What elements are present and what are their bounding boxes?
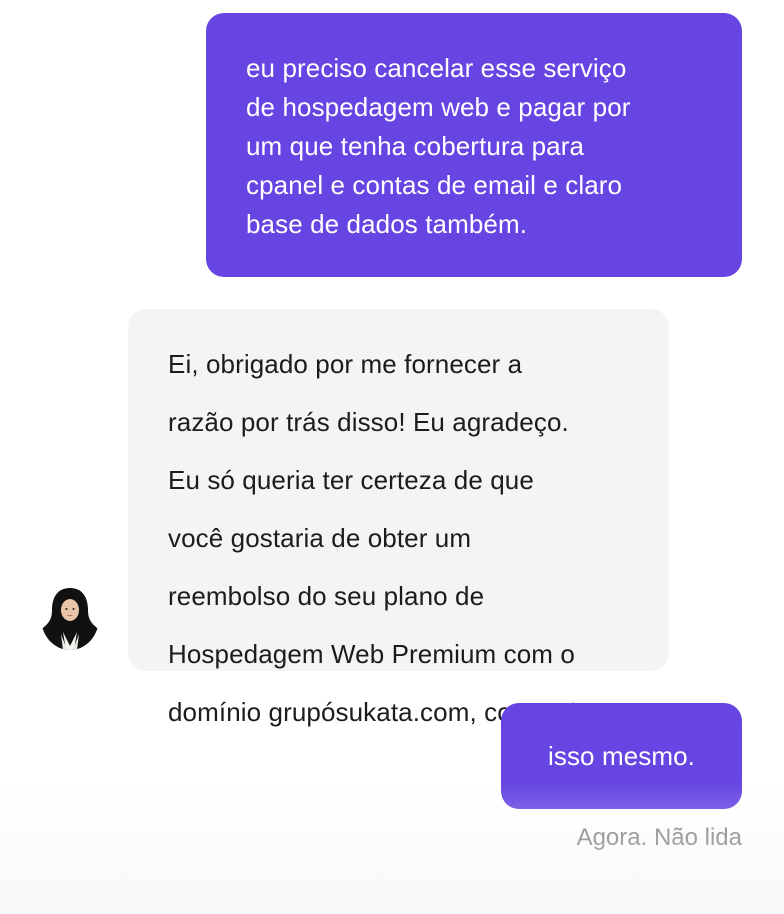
message-line: base de dados também. bbox=[246, 209, 528, 239]
message-text: isso mesmo. bbox=[547, 741, 696, 771]
user-message-bubble: isso mesmo. bbox=[501, 703, 742, 809]
message-line: você gostaria de obter um bbox=[168, 523, 472, 553]
message-line: cpanel e contas de email e claro bbox=[246, 170, 623, 200]
message-line: Ei, obrigado por me fornecer a bbox=[168, 349, 523, 379]
message-line: de hospedagem web e pagar por bbox=[246, 92, 631, 122]
agent-message-bubble: Ei, obrigado por me fornecer a razão por… bbox=[128, 309, 669, 727]
chat-thread: eu preciso cancelar esse serviço de hosp… bbox=[0, 0, 784, 914]
message-status: Agora. Não lida bbox=[576, 824, 742, 851]
agent-avatar-icon[interactable] bbox=[41, 586, 99, 650]
message-line: Eu só queria ter certeza de que bbox=[168, 465, 534, 495]
message-line: eu preciso cancelar esse serviço bbox=[246, 53, 627, 83]
message-line: Hospedagem Web Premium com o bbox=[168, 639, 575, 669]
message-line: reembolso do seu plano de bbox=[168, 581, 485, 611]
user-message-bubble: eu preciso cancelar esse serviço de hosp… bbox=[206, 13, 742, 277]
message-paragraph: Ei, obrigado por me fornecer a razão por… bbox=[168, 345, 629, 442]
message-line: razão por trás disso! Eu agradeço. bbox=[168, 407, 569, 437]
message-line: um que tenha cobertura para bbox=[246, 131, 585, 161]
message-paragraph: Eu só queria ter certeza de que você gos… bbox=[168, 461, 629, 732]
